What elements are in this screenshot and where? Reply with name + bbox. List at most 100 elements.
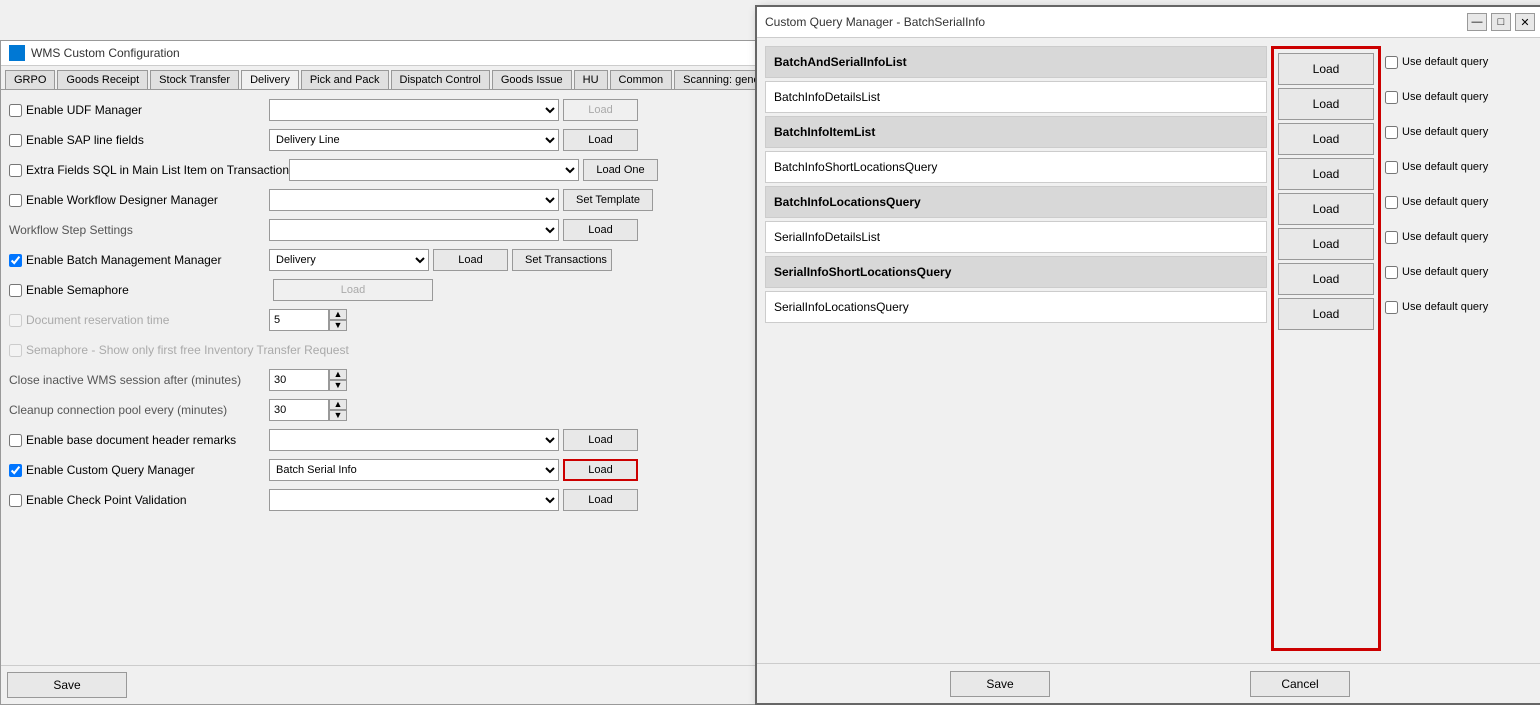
close-inactive-input[interactable]	[269, 369, 329, 391]
enable-udf-checkbox[interactable]	[9, 104, 22, 117]
spinner-down[interactable]: ▼	[329, 320, 347, 331]
tab-grpo[interactable]: GRPO	[5, 70, 55, 89]
tab-pick-pack[interactable]: Pick and Pack	[301, 70, 389, 89]
default-query-checkbox-3[interactable]	[1385, 161, 1398, 174]
semaphore-checkbox[interactable]	[9, 284, 22, 297]
default-query-label-2: Use default query	[1402, 126, 1488, 138]
default-query-checkbox-4[interactable]	[1385, 196, 1398, 209]
base-doc-load-btn[interactable]: Load	[563, 429, 638, 451]
base-doc-checkbox[interactable]	[9, 434, 22, 447]
extra-fields-checkbox[interactable]	[9, 164, 22, 177]
tab-common[interactable]: Common	[610, 70, 673, 89]
custom-query-select[interactable]: Batch Serial Info	[269, 459, 559, 481]
default-query-checkbox-6[interactable]	[1385, 266, 1398, 279]
default-query-checkbox-2[interactable]	[1385, 126, 1398, 139]
wms-icon	[9, 45, 25, 61]
spinner-up[interactable]: ▲	[329, 309, 347, 320]
load-btn-6[interactable]: Load	[1278, 263, 1374, 295]
default-query-checkbox-7[interactable]	[1385, 301, 1398, 314]
workflow-label[interactable]: Enable Workflow Designer Manager	[9, 193, 269, 207]
load-btn-7[interactable]: Load	[1278, 298, 1374, 330]
semaphore-show-checkbox[interactable]	[9, 344, 22, 357]
extra-fields-select[interactable]	[289, 159, 579, 181]
workflow-step-select[interactable]	[269, 219, 559, 241]
query-item-4[interactable]: BatchInfoLocationsQuery	[765, 186, 1267, 218]
query-list: BatchAndSerialInfoList BatchInfoDetailsL…	[765, 46, 1267, 651]
row-extra-fields: Extra Fields SQL in Main List Item on Tr…	[9, 158, 751, 182]
query-item-6[interactable]: SerialInfoShortLocationsQuery	[765, 256, 1267, 288]
tab-scanning[interactable]: Scanning: general	[674, 70, 759, 89]
checkpoint-select[interactable]	[269, 489, 559, 511]
enable-udf-label[interactable]: Enable UDF Manager	[9, 103, 269, 117]
tab-dispatch[interactable]: Dispatch Control	[391, 70, 490, 89]
dialog-cancel-btn[interactable]: Cancel	[1250, 671, 1350, 697]
query-item-7[interactable]: SerialInfoLocationsQuery	[765, 291, 1267, 323]
batch-mgmt-label[interactable]: Enable Batch Management Manager	[9, 253, 269, 267]
row-doc-reservation: Document reservation time ▲ ▼	[9, 308, 751, 332]
enable-udf-load-btn[interactable]: Load	[563, 99, 638, 121]
maximize-btn[interactable]: □	[1491, 13, 1511, 31]
minimize-btn[interactable]: —	[1467, 13, 1487, 31]
load-btn-5[interactable]: Load	[1278, 228, 1374, 260]
checkpoint-label[interactable]: Enable Check Point Validation	[9, 493, 269, 507]
close-inactive-down[interactable]: ▼	[329, 380, 347, 391]
batch-mgmt-checkbox[interactable]	[9, 254, 22, 267]
base-doc-select[interactable]	[269, 429, 559, 451]
custom-query-label[interactable]: Enable Custom Query Manager	[9, 463, 269, 477]
load-one-btn[interactable]: Load One	[583, 159, 658, 181]
tab-stock-transfer[interactable]: Stock Transfer	[150, 70, 239, 89]
cleanup-pool-up[interactable]: ▲	[329, 399, 347, 410]
load-btn-1[interactable]: Load	[1278, 88, 1374, 120]
enable-sap-checkbox[interactable]	[9, 134, 22, 147]
workflow-step-load-btn[interactable]: Load	[563, 219, 638, 241]
default-query-checkbox-1[interactable]	[1385, 91, 1398, 104]
custom-query-load-btn[interactable]: Load	[563, 459, 638, 481]
base-doc-label[interactable]: Enable base document header remarks	[9, 433, 269, 447]
default-query-5: Use default query	[1385, 221, 1535, 253]
load-btn-4[interactable]: Load	[1278, 193, 1374, 225]
extra-fields-label[interactable]: Extra Fields SQL in Main List Item on Tr…	[9, 163, 289, 177]
tab-goods-issue[interactable]: Goods Issue	[492, 70, 572, 89]
tab-hu[interactable]: HU	[574, 70, 608, 89]
set-transactions-btn[interactable]: Set Transactions	[512, 249, 612, 271]
dialog-save-btn[interactable]: Save	[950, 671, 1050, 697]
query-item-1[interactable]: BatchInfoDetailsList	[765, 81, 1267, 113]
close-inactive-spinner-btns: ▲ ▼	[329, 369, 347, 391]
close-inactive-up[interactable]: ▲	[329, 369, 347, 380]
doc-reservation-input[interactable]	[269, 309, 329, 331]
semaphore-load-btn[interactable]: Load	[273, 279, 433, 301]
custom-query-checkbox[interactable]	[9, 464, 22, 477]
query-item-0[interactable]: BatchAndSerialInfoList	[765, 46, 1267, 78]
enable-sap-select[interactable]: Delivery Line	[269, 129, 559, 151]
cleanup-pool-input[interactable]	[269, 399, 329, 421]
close-btn[interactable]: ✕	[1515, 13, 1535, 31]
query-item-3[interactable]: BatchInfoShortLocationsQuery	[765, 151, 1267, 183]
main-save-btn[interactable]: Save	[7, 672, 127, 698]
tab-goods-receipt[interactable]: Goods Receipt	[57, 70, 148, 89]
enable-sap-load-btn[interactable]: Load	[563, 129, 638, 151]
workflow-select[interactable]	[269, 189, 559, 211]
enable-sap-label[interactable]: Enable SAP line fields	[9, 133, 269, 147]
batch-mgmt-select[interactable]: Delivery	[269, 249, 429, 271]
enable-udf-select[interactable]	[269, 99, 559, 121]
row-enable-sap: Enable SAP line fields Delivery Line Loa…	[9, 128, 751, 152]
query-item-5[interactable]: SerialInfoDetailsList	[765, 221, 1267, 253]
load-col: Load Load Load Load Load Load Load Load	[1271, 46, 1381, 651]
semaphore-label[interactable]: Enable Semaphore	[9, 283, 269, 297]
default-query-checkbox-5[interactable]	[1385, 231, 1398, 244]
set-template-btn[interactable]: Set Template	[563, 189, 653, 211]
load-btn-3[interactable]: Load	[1278, 158, 1374, 190]
default-query-checkbox-0[interactable]	[1385, 56, 1398, 69]
row-semaphore-show: Semaphore - Show only first free Invento…	[9, 338, 751, 362]
workflow-checkbox[interactable]	[9, 194, 22, 207]
titlebar-controls: — □ ✕	[1467, 13, 1535, 31]
checkpoint-checkbox[interactable]	[9, 494, 22, 507]
batch-mgmt-load-btn[interactable]: Load	[433, 249, 508, 271]
tab-delivery[interactable]: Delivery	[241, 70, 299, 90]
doc-reservation-checkbox[interactable]	[9, 314, 22, 327]
load-btn-0[interactable]: Load	[1278, 53, 1374, 85]
query-item-2[interactable]: BatchInfoItemList	[765, 116, 1267, 148]
checkpoint-load-btn[interactable]: Load	[563, 489, 638, 511]
cleanup-pool-down[interactable]: ▼	[329, 410, 347, 421]
load-btn-2[interactable]: Load	[1278, 123, 1374, 155]
